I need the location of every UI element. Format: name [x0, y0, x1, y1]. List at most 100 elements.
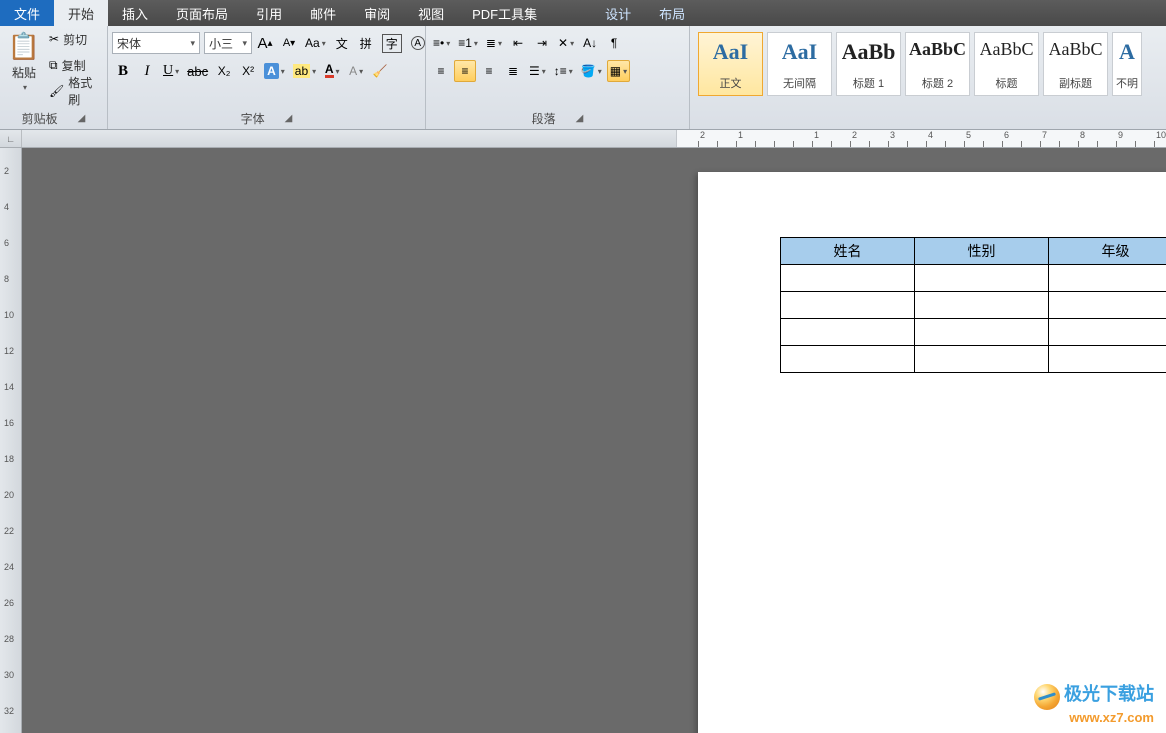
- clipboard-launcher[interactable]: ◢: [78, 113, 86, 124]
- th-grade[interactable]: 年级: [1049, 238, 1166, 265]
- shading-button[interactable]: 🪣: [578, 60, 605, 82]
- style-subtitle[interactable]: AaBbC副标题: [1043, 32, 1108, 96]
- document-table[interactable]: 姓名 性别 年级: [780, 237, 1166, 373]
- cell[interactable]: [915, 292, 1049, 319]
- ruler-corner[interactable]: ∟: [0, 130, 22, 147]
- highlight-button[interactable]: ab: [290, 60, 319, 82]
- pinyin-button[interactable]: 拼: [355, 32, 377, 54]
- inc-indent-button[interactable]: ⇥: [531, 32, 553, 54]
- line-spacing-button[interactable]: ↕≡: [551, 60, 576, 82]
- tab-view[interactable]: 视图: [404, 0, 458, 26]
- align-right-button[interactable]: ≡: [478, 60, 500, 82]
- style-name: 标题 2: [922, 75, 953, 91]
- txteff-icon: A: [264, 63, 279, 79]
- bullets-button[interactable]: ≡•: [430, 32, 453, 54]
- tab-references[interactable]: 引用: [242, 0, 296, 26]
- font-color-button[interactable]: A: [321, 60, 343, 82]
- dec-indent-icon: ⇤: [513, 36, 523, 50]
- style-more[interactable]: A不明: [1112, 32, 1142, 96]
- underline-button[interactable]: U: [160, 60, 182, 82]
- style-heading2[interactable]: AaBbC标题 2: [905, 32, 970, 96]
- tab-home[interactable]: 开始: [54, 0, 108, 26]
- borders-button[interactable]: ▦: [607, 60, 630, 82]
- document-canvas[interactable]: 姓名 性别 年级 极光下载站 www.xz7.com: [22, 148, 1166, 733]
- th-gender[interactable]: 性别: [915, 238, 1049, 265]
- format-painter-button[interactable]: 🖌格式刷: [46, 80, 102, 102]
- shrink-font-button[interactable]: A▾: [278, 32, 300, 54]
- cell[interactable]: [1049, 319, 1166, 346]
- tab-file[interactable]: 文件: [0, 0, 54, 26]
- align-left-button[interactable]: ≡: [430, 60, 452, 82]
- group-styles: AaI正文 AaI无间隔 AaBb标题 1 AaBbC标题 2 AaBbC标题 …: [690, 26, 1166, 129]
- cell[interactable]: [781, 346, 915, 373]
- cell[interactable]: [781, 265, 915, 292]
- grow-a-icon: A: [257, 35, 267, 52]
- font-name-combo[interactable]: 宋体: [112, 32, 200, 54]
- th-name[interactable]: 姓名: [781, 238, 915, 265]
- style-heading1[interactable]: AaBb标题 1: [836, 32, 901, 96]
- painter-label: 格式刷: [68, 74, 99, 108]
- cell[interactable]: [915, 346, 1049, 373]
- ruler-vertical[interactable]: 2468101214161820222426283032: [0, 148, 22, 733]
- style-title[interactable]: AaBbC标题: [974, 32, 1039, 96]
- para-launcher[interactable]: ◢: [576, 113, 584, 124]
- tab-mail[interactable]: 邮件: [296, 0, 350, 26]
- char-border-button[interactable]: 字: [379, 32, 405, 54]
- text-effects-button[interactable]: A: [261, 60, 288, 82]
- pilcrow-icon: ¶: [611, 36, 617, 50]
- superscript-button[interactable]: X²: [237, 60, 259, 82]
- sub-icon: X₂: [218, 64, 231, 78]
- numbering-button[interactable]: ≡1: [455, 32, 481, 54]
- distribute-button[interactable]: ☰: [526, 60, 549, 82]
- char-shading-button[interactable]: A: [345, 60, 367, 82]
- clipboard-group-label: 剪贴板: [22, 110, 58, 127]
- justify-button[interactable]: ≣: [502, 60, 524, 82]
- enclose-icon: A: [411, 36, 425, 50]
- cell[interactable]: [1049, 346, 1166, 373]
- phonetic-guide-button[interactable]: 文: [331, 32, 353, 54]
- cell[interactable]: [915, 319, 1049, 346]
- style-prev: AaBb: [842, 39, 896, 65]
- cell[interactable]: [1049, 265, 1166, 292]
- grow-font-button[interactable]: A▴: [254, 32, 276, 54]
- cell[interactable]: [915, 265, 1049, 292]
- sup-icon: X²: [242, 64, 254, 78]
- style-gallery: AaI正文 AaI无间隔 AaBb标题 1 AaBbC标题 2 AaBbC标题 …: [694, 28, 1162, 100]
- font-launcher[interactable]: ◢: [285, 113, 293, 124]
- change-case-button[interactable]: Aa: [302, 32, 329, 54]
- subscript-button[interactable]: X₂: [213, 60, 235, 82]
- tab-insert[interactable]: 插入: [108, 0, 162, 26]
- align-center-icon: ≡: [461, 64, 468, 78]
- tab-pdf-tools[interactable]: PDF工具集: [458, 0, 551, 26]
- style-prev: AaI: [782, 39, 817, 65]
- style-name: 无间隔: [783, 75, 816, 91]
- italic-button[interactable]: I: [136, 60, 158, 82]
- cell[interactable]: [781, 292, 915, 319]
- tab-table-design[interactable]: 设计: [591, 0, 645, 26]
- cell[interactable]: [1049, 292, 1166, 319]
- style-body[interactable]: AaI正文: [698, 32, 763, 96]
- style-no-spacing[interactable]: AaI 无间隔: [767, 32, 832, 96]
- align-center-button[interactable]: ≡: [454, 60, 476, 82]
- font-size-combo[interactable]: 小三: [204, 32, 252, 54]
- ruler-h-track[interactable]: 211234567891011: [22, 130, 1166, 147]
- cut-button[interactable]: ✂剪切: [46, 28, 102, 50]
- dec-indent-button[interactable]: ⇤: [507, 32, 529, 54]
- tab-page-layout[interactable]: 页面布局: [162, 0, 242, 26]
- show-marks-button[interactable]: ¶: [603, 32, 625, 54]
- copy-button[interactable]: ⧉复制: [46, 54, 102, 76]
- font-group-label: 字体: [241, 110, 265, 127]
- strike-button[interactable]: abc: [184, 60, 211, 82]
- paste-button[interactable]: 📋 粘贴: [4, 28, 44, 94]
- multilevel-button[interactable]: ≣: [483, 32, 505, 54]
- tab-table-layout[interactable]: 布局: [645, 0, 699, 26]
- text-direction-button[interactable]: ✕: [555, 32, 577, 54]
- sort-button[interactable]: A↓: [579, 32, 601, 54]
- brush-icon: 🖌: [49, 84, 64, 98]
- clear-format-button[interactable]: 🧹: [369, 60, 391, 82]
- style-prev: AaBbC: [1049, 39, 1103, 60]
- bold-button[interactable]: B: [112, 60, 134, 82]
- char-icon: 字: [382, 34, 402, 53]
- cell[interactable]: [781, 319, 915, 346]
- tab-review[interactable]: 审阅: [350, 0, 404, 26]
